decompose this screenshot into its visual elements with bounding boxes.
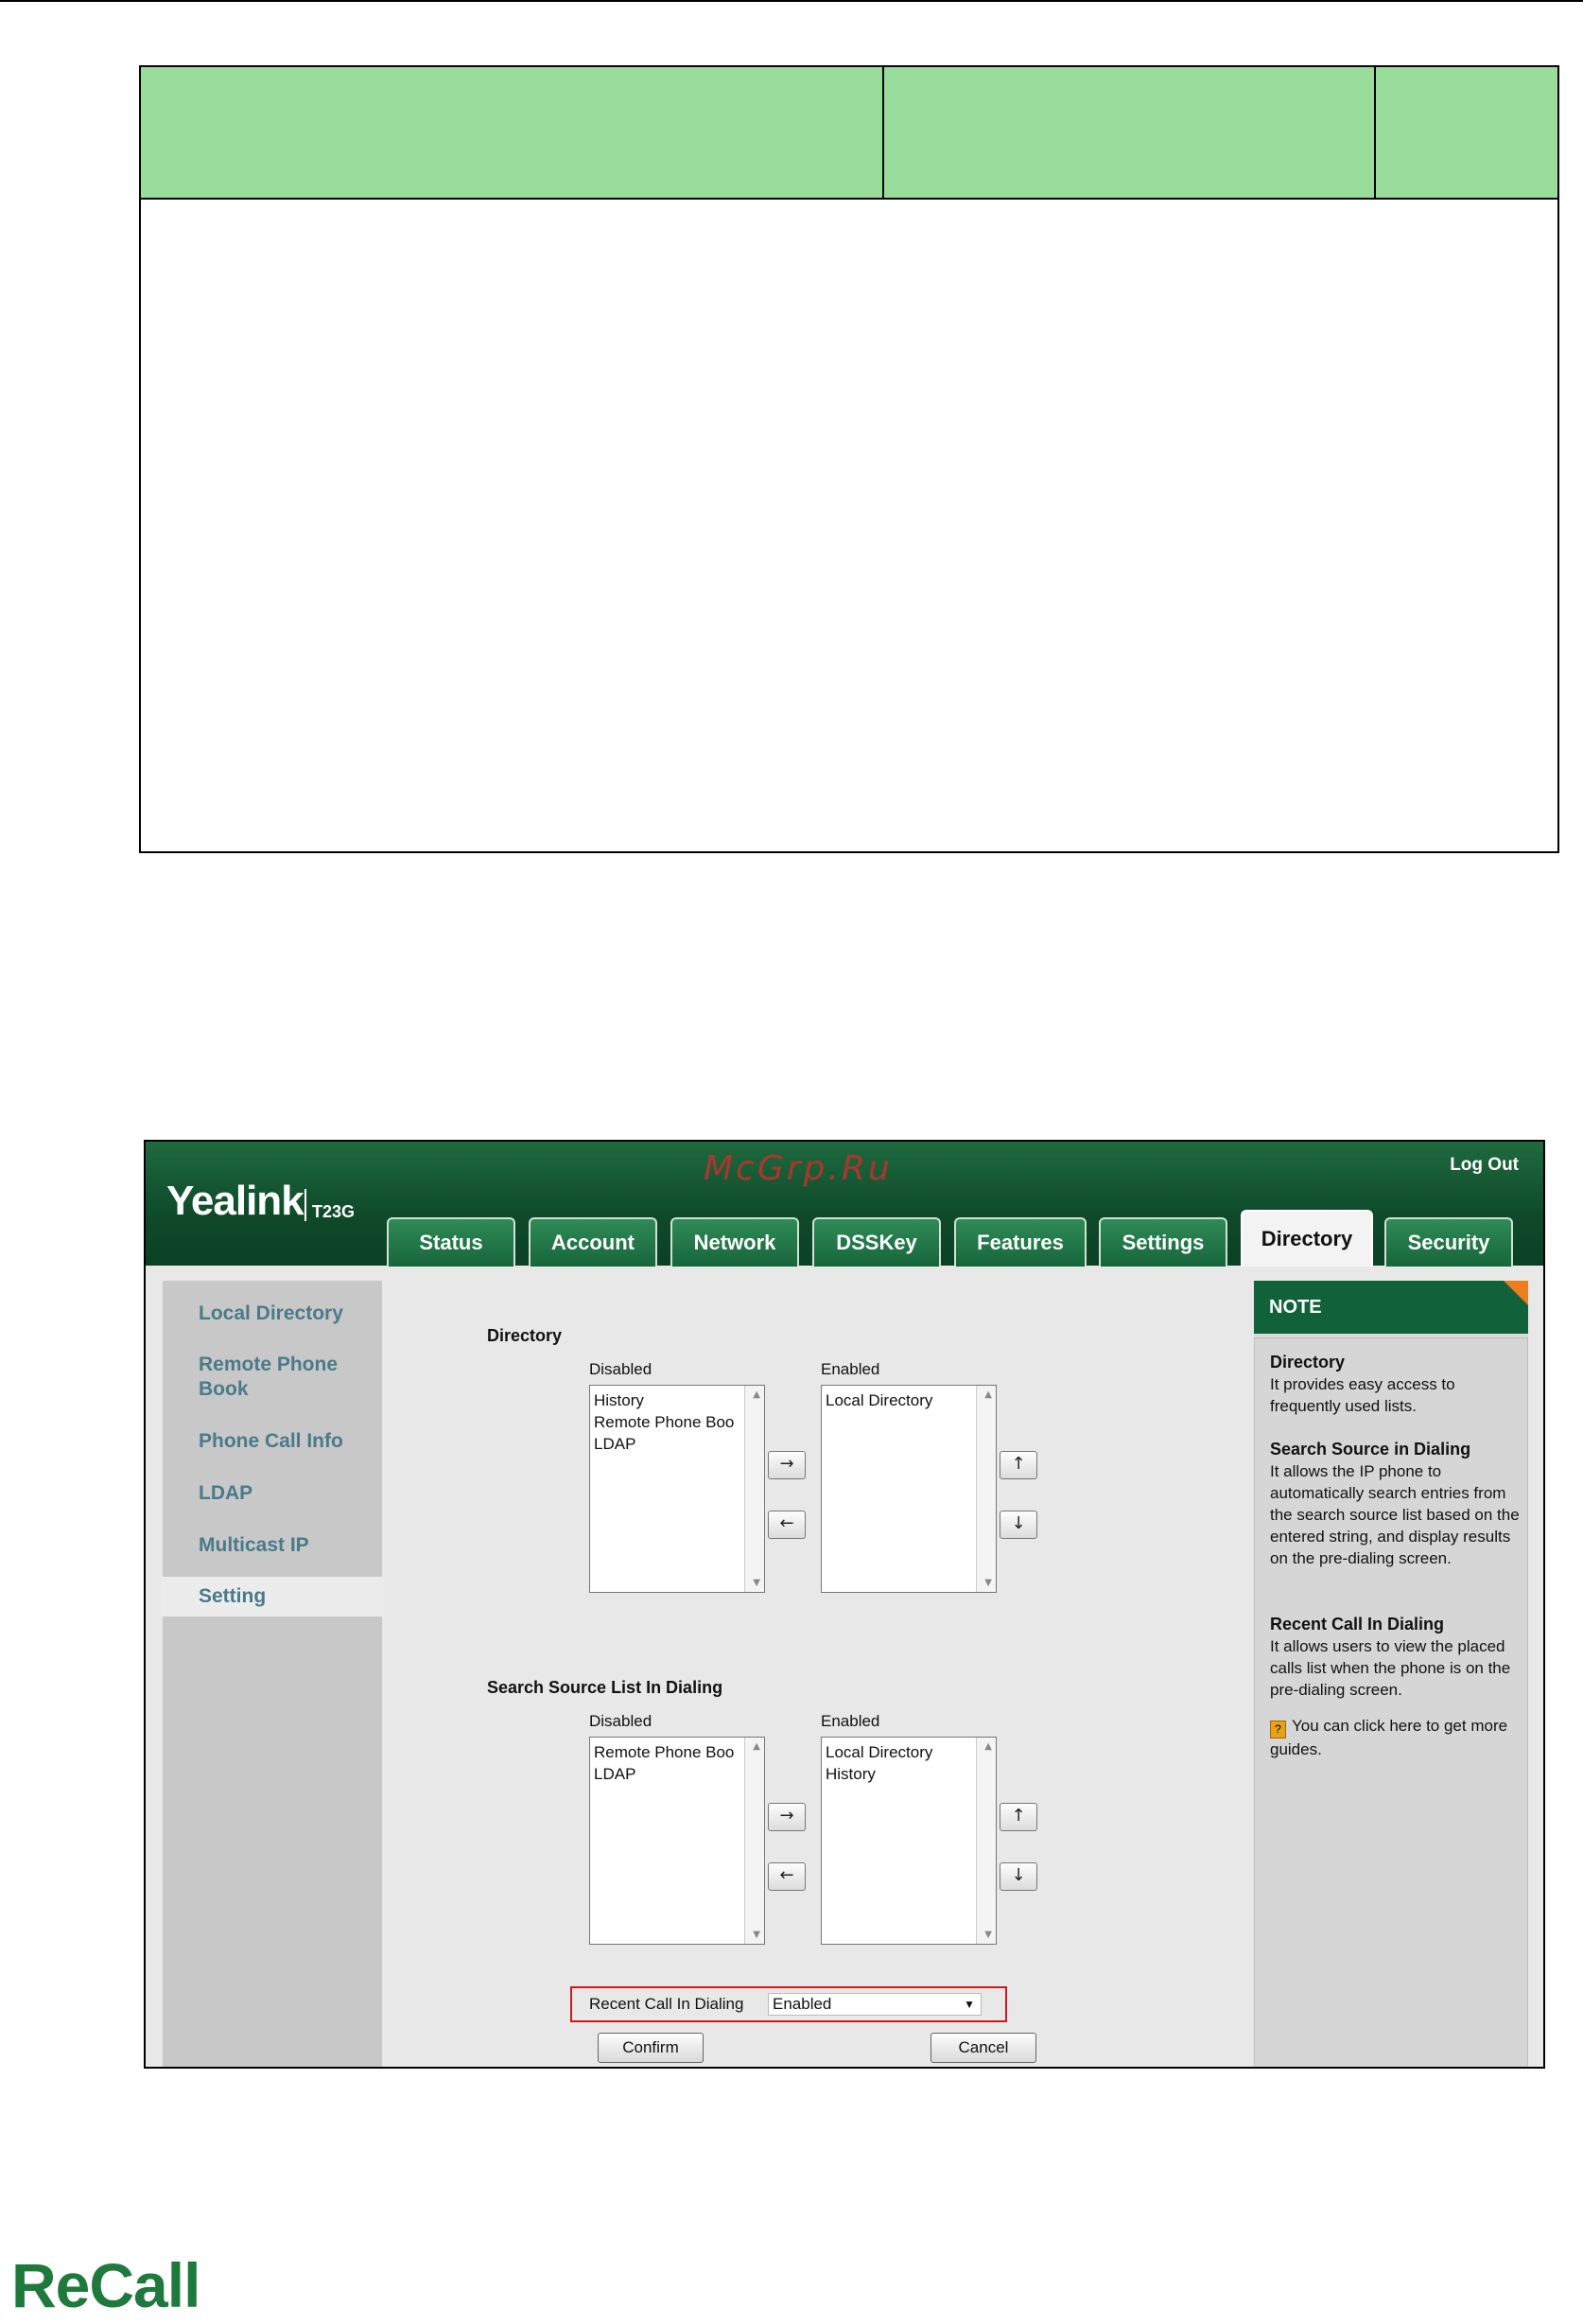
note-panel: NOTE Directory It provides easy access t… (1254, 1281, 1528, 2067)
main-content: Directory Disabled Enabled History Remot… (394, 1281, 1380, 2067)
scroll-up-icon[interactable]: ▲ (984, 1389, 992, 1400)
tab-dsskey[interactable]: DSSKey (812, 1217, 941, 1267)
directory-section-title: Directory (487, 1326, 563, 1345)
help-book-icon: ? (1270, 1721, 1286, 1739)
watermark: McGrp.Ru (704, 1149, 893, 1188)
logout-link[interactable]: Log Out (1450, 1155, 1519, 1176)
directory-enabled-list[interactable]: Local Directory ▲ ▼ (821, 1385, 997, 1593)
sidebar-item-ldap[interactable]: LDAP (199, 1481, 378, 1506)
scrollbar[interactable]: ▲ ▼ (744, 1386, 764, 1592)
document-table (139, 65, 1559, 853)
note-section: Recent Call In Dialing It allows users t… (1270, 1614, 1520, 1701)
header-bar: Yealink T23G McGrp.Ru Log Out Status Acc… (146, 1142, 1543, 1267)
note-text: It provides easy access to frequently us… (1270, 1375, 1455, 1415)
note-title: NOTE (1254, 1281, 1528, 1334)
directory-disabled-list[interactable]: History Remote Phone Boo LDAP ▲ ▼ (589, 1385, 765, 1593)
list-items: Local Directory History (826, 1741, 975, 1785)
sidebar-item-remote-phone-book[interactable]: Remote Phone Book (199, 1353, 378, 1402)
move-right-button[interactable]: → (768, 1803, 806, 1831)
scrollbar[interactable]: ▲ ▼ (976, 1386, 996, 1592)
list-item[interactable]: History (826, 1763, 975, 1785)
chevron-down-icon: ▼ (964, 1998, 975, 2011)
note-guide-text[interactable]: You can click here to get more guides. (1270, 1717, 1507, 1758)
search-source-enabled-list[interactable]: Local Directory History ▲ ▼ (821, 1737, 997, 1945)
sidebar-item-local-directory[interactable]: Local Directory (199, 1302, 378, 1326)
directory-enabled-label: Enabled (821, 1360, 880, 1378)
web-ui-screenshot: Yealink T23G McGrp.Ru Log Out Status Acc… (144, 1140, 1545, 2069)
note-heading: Recent Call In Dialing (1270, 1615, 1445, 1634)
note-text: It allows the IP phone to automatically … (1270, 1462, 1520, 1567)
scrollbar[interactable]: ▲ ▼ (976, 1738, 996, 1944)
scroll-down-icon[interactable]: ▼ (984, 1578, 992, 1588)
note-corner-icon (1504, 1281, 1528, 1305)
list-items: Local Directory (826, 1389, 975, 1411)
page-top-rule (0, 0, 1583, 2)
yealink-logo: Yealink (166, 1178, 304, 1224)
tab-security[interactable]: Security (1384, 1217, 1513, 1267)
list-item[interactable]: LDAP (594, 1433, 743, 1455)
search-source-enabled-label: Enabled (821, 1712, 880, 1730)
tab-network[interactable]: Network (670, 1217, 799, 1267)
sidebar-item-phone-call-info[interactable]: Phone Call Info (199, 1429, 378, 1454)
tab-settings[interactable]: Settings (1099, 1217, 1227, 1267)
scroll-up-icon[interactable]: ▲ (753, 1741, 760, 1752)
recent-call-select[interactable]: Enabled ▼ (768, 1993, 982, 2016)
move-left-button[interactable]: ← (768, 1862, 806, 1891)
note-heading: Directory (1270, 1353, 1346, 1372)
list-items: Remote Phone Boo LDAP (594, 1741, 743, 1785)
scrollbar[interactable]: ▲ ▼ (744, 1738, 764, 1944)
note-section: Search Source in Dialing It allows the I… (1270, 1439, 1520, 1569)
scroll-up-icon[interactable]: ▲ (753, 1389, 760, 1400)
model-label: T23G (312, 1202, 356, 1221)
list-item[interactable]: Local Directory (826, 1741, 975, 1763)
move-down-button[interactable]: ↓ (1000, 1862, 1037, 1891)
sidebar-item-setting[interactable]: Setting (161, 1577, 384, 1616)
note-heading: Search Source in Dialing (1270, 1440, 1471, 1459)
scroll-down-icon[interactable]: ▼ (753, 1578, 760, 1588)
sidebar: Local Directory Remote Phone Book Phone … (161, 1281, 384, 2067)
logo-divider (304, 1189, 306, 1221)
directory-disabled-label: Disabled (589, 1360, 652, 1378)
note-guide[interactable]: ? You can click here to get more guides. (1270, 1715, 1520, 1760)
search-source-section-title: Search Source List In Dialing (487, 1678, 723, 1697)
move-up-button[interactable]: ↑ (1000, 1451, 1037, 1479)
scroll-down-icon[interactable]: ▼ (753, 1930, 760, 1940)
move-right-button[interactable]: → (768, 1451, 806, 1479)
sidebar-item-multicast-ip[interactable]: Multicast IP (199, 1533, 378, 1558)
note-text: It allows users to view the placed calls… (1270, 1637, 1511, 1699)
list-item[interactable]: Remote Phone Boo (594, 1411, 743, 1433)
confirm-button[interactable]: Confirm (598, 2033, 704, 2063)
move-left-button[interactable]: ← (768, 1511, 806, 1539)
tab-account[interactable]: Account (529, 1217, 657, 1267)
table-column-divider (1374, 67, 1376, 200)
cancel-button[interactable]: Cancel (931, 2033, 1036, 2063)
list-items: History Remote Phone Boo LDAP (594, 1389, 743, 1455)
search-source-disabled-label: Disabled (589, 1712, 652, 1730)
tab-status[interactable]: Status (387, 1217, 515, 1267)
search-source-disabled-list[interactable]: Remote Phone Boo LDAP ▲ ▼ (589, 1737, 765, 1945)
list-item[interactable]: Remote Phone Boo (594, 1741, 743, 1763)
recent-call-value: Enabled (773, 1995, 832, 2013)
list-item[interactable]: LDAP (594, 1763, 743, 1785)
tab-features[interactable]: Features (954, 1217, 1087, 1267)
list-item[interactable]: Local Directory (826, 1389, 975, 1411)
recent-call-label: Recent Call In Dialing (589, 1995, 744, 2013)
recall-logo: ReCall (11, 2250, 200, 2320)
note-body: Directory It provides easy access to fre… (1254, 1337, 1528, 2067)
move-up-button[interactable]: ↑ (1000, 1803, 1037, 1831)
note-section: Directory It provides easy access to fre… (1270, 1352, 1520, 1417)
scroll-down-icon[interactable]: ▼ (984, 1930, 992, 1940)
move-down-button[interactable]: ↓ (1000, 1511, 1037, 1539)
table-column-divider (882, 67, 884, 200)
table-header-row (141, 67, 1557, 200)
scroll-up-icon[interactable]: ▲ (984, 1741, 992, 1752)
tab-directory[interactable]: Directory (1241, 1210, 1373, 1267)
list-item[interactable]: History (594, 1389, 743, 1411)
